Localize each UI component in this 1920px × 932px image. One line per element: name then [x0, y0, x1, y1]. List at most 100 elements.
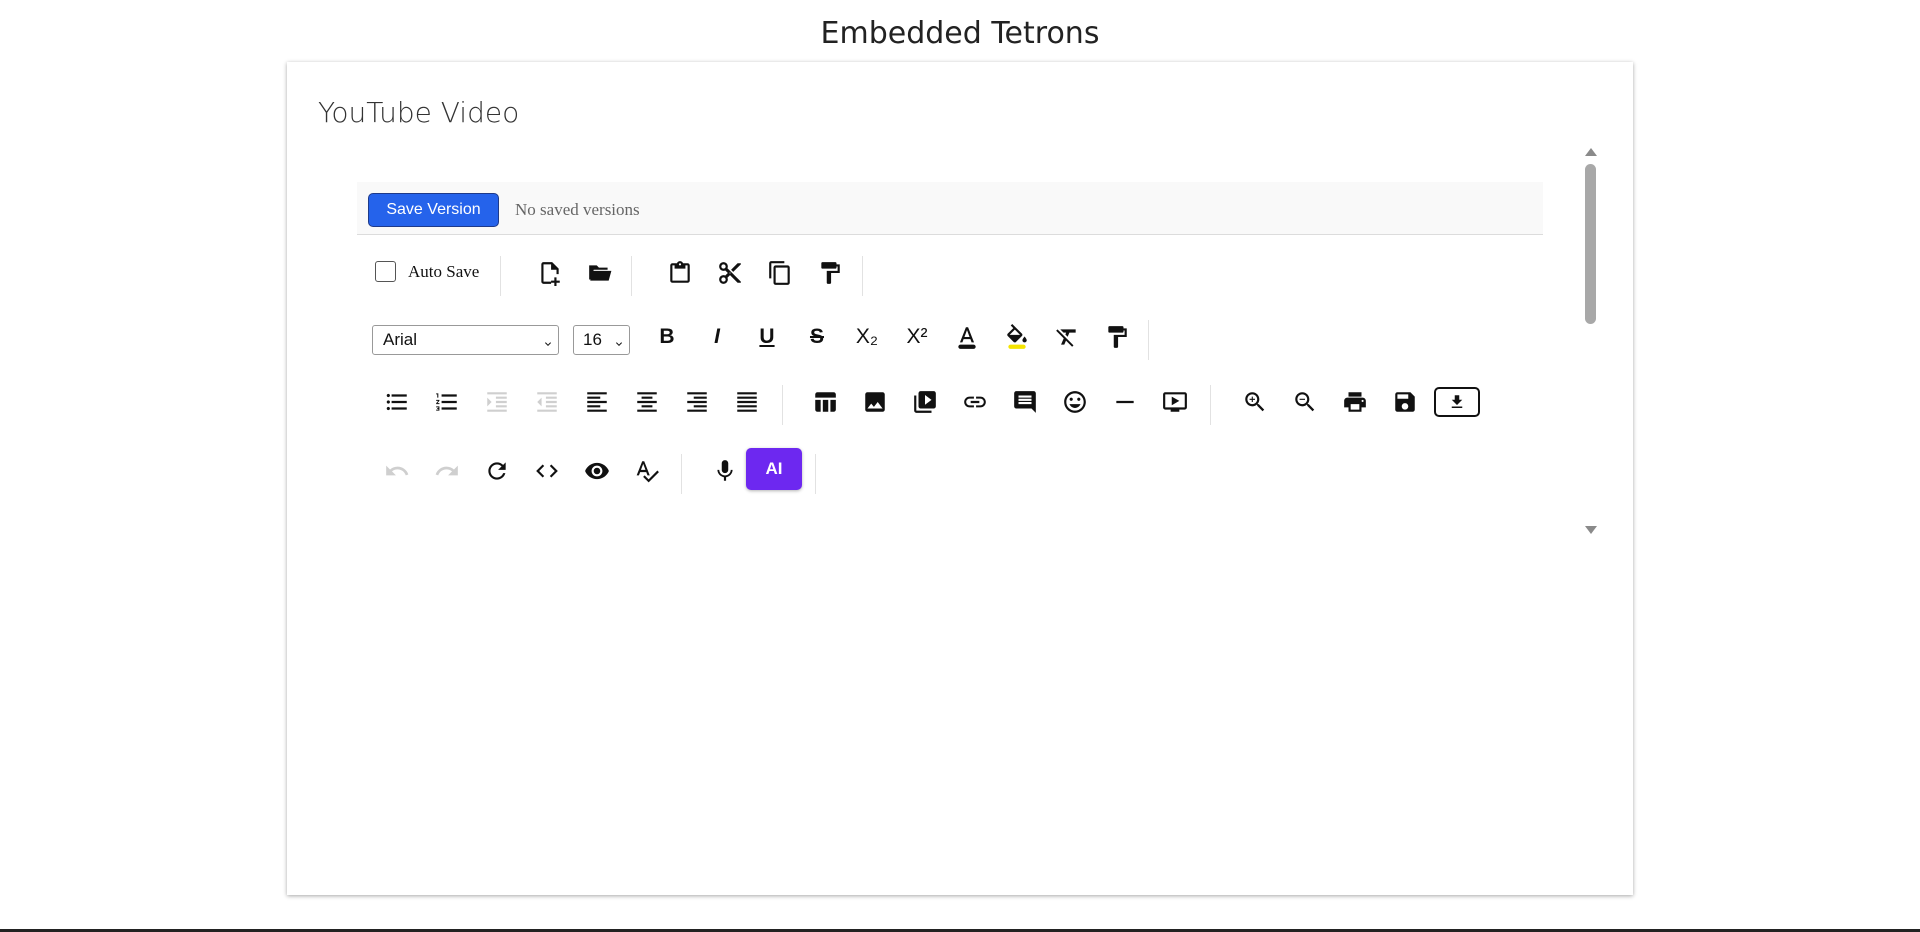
horizontal-rule-button[interactable] [1104, 381, 1146, 423]
toolbar-divider [815, 454, 816, 494]
insert-video-button[interactable] [904, 381, 946, 423]
print-icon [1344, 392, 1366, 412]
format-painter-button[interactable] [809, 252, 851, 294]
paint-roller-icon [1108, 326, 1127, 348]
redo-button[interactable] [426, 450, 468, 492]
insert-link-button[interactable] [954, 381, 996, 423]
clear-format-icon [1056, 329, 1076, 347]
font-family-select[interactable]: Arial [372, 325, 559, 355]
toolbar-divider [1210, 385, 1211, 425]
folder-open-icon [589, 265, 612, 281]
table-icon [815, 392, 836, 412]
version-bar: Save Version No saved versions [357, 182, 1543, 235]
voice-input-button[interactable] [704, 450, 746, 492]
open-file-button[interactable] [579, 252, 621, 294]
link-icon [964, 396, 986, 408]
vertical-scrollbar[interactable] [1583, 146, 1599, 536]
undo-button[interactable] [376, 450, 418, 492]
refresh-button[interactable] [476, 450, 518, 492]
align-left-button[interactable] [576, 381, 618, 423]
scroll-thumb[interactable] [1585, 164, 1596, 324]
strikethrough-button[interactable]: S [796, 316, 838, 358]
ai-assistant-button[interactable]: AI [746, 448, 802, 490]
autosave-toggle[interactable]: Auto Save [375, 261, 479, 282]
preview-button[interactable] [576, 450, 618, 492]
align-center-icon [637, 392, 657, 412]
numbered-list-button[interactable] [426, 381, 468, 423]
toolbar-row-format: Arial 16 B I U S X₂ X² [357, 316, 1543, 366]
tetron-card: YouTube Video Save Version No saved vers… [287, 62, 1633, 895]
print-button[interactable] [1334, 381, 1376, 423]
zoom-in-button[interactable] [1234, 381, 1276, 423]
text-color-icon [958, 327, 976, 349]
horizontal-rule-icon [1116, 400, 1134, 404]
insert-embed-button[interactable] [1154, 381, 1196, 423]
image-icon [865, 392, 885, 412]
save-version-button[interactable]: Save Version [368, 193, 499, 227]
toolbar-row-file: Auto Save [357, 252, 1543, 302]
save-button[interactable] [1384, 381, 1426, 423]
embed-screen-icon [1163, 392, 1187, 412]
insert-comment-button[interactable] [1004, 381, 1046, 423]
insert-emoji-button[interactable] [1054, 381, 1096, 423]
toolbar-divider [782, 385, 783, 425]
text-color-button[interactable] [946, 316, 988, 358]
insert-image-button[interactable] [854, 381, 896, 423]
refresh-icon [488, 462, 506, 480]
copy-button[interactable] [759, 252, 801, 294]
zoom-in-icon [1245, 392, 1265, 412]
download-icon [1451, 395, 1463, 408]
format-painter-button-2[interactable] [1096, 316, 1138, 358]
outdent-button[interactable] [526, 381, 568, 423]
page-title: Embedded Tetrons [820, 16, 1100, 51]
numbered-list-icon [436, 393, 457, 411]
zoom-out-button[interactable] [1284, 381, 1326, 423]
insert-table-button[interactable] [804, 381, 846, 423]
emoji-icon [1064, 391, 1086, 413]
code-view-button[interactable] [526, 450, 568, 492]
indent-button[interactable] [476, 381, 518, 423]
toolbar-row-tools: AI [357, 448, 1543, 500]
toolbar-divider [681, 454, 682, 494]
scissors-icon [719, 262, 741, 284]
align-right-button[interactable] [676, 381, 718, 423]
toolbar-divider [862, 256, 863, 296]
font-size-select[interactable]: 16 [573, 325, 630, 355]
paint-bucket-icon [1007, 324, 1027, 349]
spellcheck-button[interactable] [626, 450, 668, 492]
autosave-checkbox[interactable] [375, 261, 396, 282]
comment-icon [1014, 391, 1036, 413]
cut-button[interactable] [709, 252, 751, 294]
italic-button[interactable]: I [696, 316, 738, 358]
toolbar-divider [1148, 320, 1149, 360]
align-center-button[interactable] [626, 381, 668, 423]
subscript-button[interactable]: X₂ [846, 316, 888, 358]
bold-button[interactable]: B [646, 316, 688, 358]
highlight-color-button[interactable] [996, 316, 1038, 358]
save-icon [1395, 392, 1415, 412]
align-justify-icon [737, 392, 757, 412]
underline-button[interactable]: U [746, 316, 788, 358]
bullet-list-icon [386, 393, 407, 411]
superscript-button[interactable]: X² [896, 316, 938, 358]
download-button[interactable] [1434, 387, 1480, 417]
align-right-icon [687, 392, 707, 412]
align-justify-button[interactable] [726, 381, 768, 423]
version-status: No saved versions [515, 200, 640, 219]
paste-button[interactable] [659, 252, 701, 294]
new-file-icon [541, 262, 560, 286]
embed-viewport: Save Version No saved versions Auto Save [287, 146, 1633, 536]
scroll-down-icon[interactable] [1585, 526, 1597, 534]
card-title: YouTube Video [318, 96, 520, 129]
chevron-down-icon [542, 335, 552, 346]
scroll-up-icon[interactable] [1585, 148, 1597, 156]
clipboard-icon [670, 261, 690, 283]
spellcheck-icon [636, 461, 659, 483]
clear-format-button[interactable] [1046, 316, 1088, 358]
redo-icon [435, 465, 458, 476]
paint-roller-icon [821, 262, 840, 284]
new-file-button[interactable] [529, 252, 571, 294]
autosave-label: Auto Save [408, 261, 480, 281]
font-size-value: 16 [583, 330, 602, 349]
bullet-list-button[interactable] [376, 381, 418, 423]
